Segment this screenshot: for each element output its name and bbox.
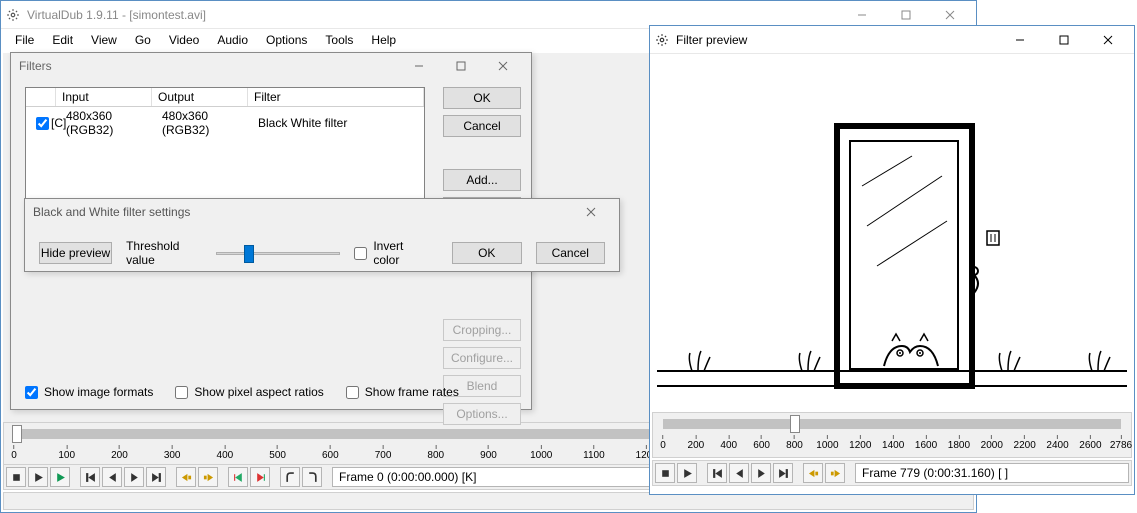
preview-step-back-button[interactable] — [729, 463, 749, 483]
mark-out-button[interactable] — [302, 467, 322, 487]
go-end-button[interactable] — [146, 467, 166, 487]
filters-maximize-button[interactable] — [441, 55, 481, 77]
col-output[interactable]: Output — [152, 88, 248, 106]
preview-step-fwd-button[interactable] — [751, 463, 771, 483]
configure-button[interactable]: Configure... — [443, 347, 521, 369]
key-next-button[interactable] — [198, 467, 218, 487]
step-back-button[interactable] — [102, 467, 122, 487]
preview-frame-status: Frame 779 (0:00:31.160) [ ] — [855, 463, 1129, 483]
key-prev-button[interactable] — [176, 467, 196, 487]
preview-timeline-thumb[interactable] — [790, 415, 800, 433]
hide-preview-button[interactable]: Hide preview — [39, 242, 112, 264]
menu-tools[interactable]: Tools — [317, 31, 361, 49]
app-icon — [5, 7, 21, 23]
row-filter: Black White filter — [252, 116, 420, 130]
menu-video[interactable]: Video — [161, 31, 207, 49]
main-title: VirtualDub 1.9.11 - [simontest.avi] — [27, 8, 840, 22]
go-start-button[interactable] — [80, 467, 100, 487]
preview-timeline-ruler[interactable]: 0200400600800100012001400160018002000220… — [652, 412, 1132, 458]
bw-close-button[interactable] — [571, 201, 611, 223]
show-frame-rates-check[interactable]: Show frame rates — [346, 385, 459, 399]
stop-button[interactable] — [6, 467, 26, 487]
preview-image — [652, 56, 1132, 410]
menu-edit[interactable]: Edit — [44, 31, 81, 49]
preview-key-next-button[interactable] — [825, 463, 845, 483]
preview-go-start-button[interactable] — [707, 463, 727, 483]
preview-stop-button[interactable] — [655, 463, 675, 483]
play-input-button[interactable] — [28, 467, 48, 487]
filters-view-options: Show image formats Show pixel aspect rat… — [25, 385, 459, 399]
step-fwd-button[interactable] — [124, 467, 144, 487]
preview-key-prev-button[interactable] — [803, 463, 823, 483]
preview-title: Filter preview — [676, 33, 998, 47]
bw-cancel-button[interactable]: Cancel — [536, 242, 606, 264]
threshold-label: Threshold value — [126, 239, 202, 267]
preview-minimize-button[interactable] — [998, 26, 1042, 54]
options-button[interactable]: Options... — [443, 403, 521, 425]
preview-transport-bar: Frame 779 (0:00:31.160) [ ] — [652, 460, 1132, 486]
main-timeline-thumb[interactable] — [12, 425, 22, 443]
row-input: 480x360 (RGB32) — [60, 109, 156, 137]
scan-next-button[interactable] — [250, 467, 270, 487]
row-enabled-checkbox[interactable] — [36, 117, 49, 130]
preview-play-button[interactable] — [677, 463, 697, 483]
preview-canvas — [652, 56, 1132, 410]
ok-button[interactable]: OK — [443, 87, 521, 109]
preview-close-button[interactable] — [1086, 26, 1130, 54]
bw-dialog-title: Black and White filter settings — [25, 199, 619, 225]
scan-prev-button[interactable] — [228, 467, 248, 487]
filters-minimize-button[interactable] — [399, 55, 439, 77]
mark-in-button[interactable] — [280, 467, 300, 487]
filters-dialog-title: Filters — [11, 53, 531, 79]
menu-help[interactable]: Help — [363, 31, 404, 49]
preview-go-end-button[interactable] — [773, 463, 793, 483]
col-filter[interactable]: Filter — [248, 88, 424, 106]
show-image-formats-check[interactable]: Show image formats — [25, 385, 153, 399]
row-output: 480x360 (RGB32) — [156, 109, 252, 137]
menu-go[interactable]: Go — [127, 31, 159, 49]
col-input[interactable]: Input — [56, 88, 152, 106]
menu-view[interactable]: View — [83, 31, 125, 49]
add-button[interactable]: Add... — [443, 169, 521, 191]
cancel-button[interactable]: Cancel — [443, 115, 521, 137]
show-pixel-aspect-check[interactable]: Show pixel aspect ratios — [175, 385, 323, 399]
invert-color-check[interactable]: Invert color — [354, 239, 424, 267]
preview-maximize-button[interactable] — [1042, 26, 1086, 54]
menu-options[interactable]: Options — [258, 31, 315, 49]
play-output-button[interactable] — [50, 467, 70, 487]
preview-app-icon — [654, 32, 670, 48]
col-check[interactable] — [26, 88, 56, 106]
preview-titlebar: Filter preview — [650, 26, 1134, 54]
menu-file[interactable]: File — [7, 31, 42, 49]
table-row[interactable]: [C] 480x360 (RGB32) 480x360 (RGB32) Blac… — [26, 107, 424, 139]
filters-table-header: Input Output Filter — [26, 88, 424, 107]
preview-window: Filter preview — [649, 25, 1135, 495]
threshold-slider[interactable] — [216, 243, 340, 263]
bw-ok-button[interactable]: OK — [452, 242, 522, 264]
threshold-slider-thumb[interactable] — [244, 245, 254, 263]
cropping-button[interactable]: Cropping... — [443, 319, 521, 341]
bw-settings-dialog: Black and White filter settings Hide pre… — [24, 198, 620, 272]
filters-close-button[interactable] — [483, 55, 523, 77]
menu-audio[interactable]: Audio — [209, 31, 256, 49]
